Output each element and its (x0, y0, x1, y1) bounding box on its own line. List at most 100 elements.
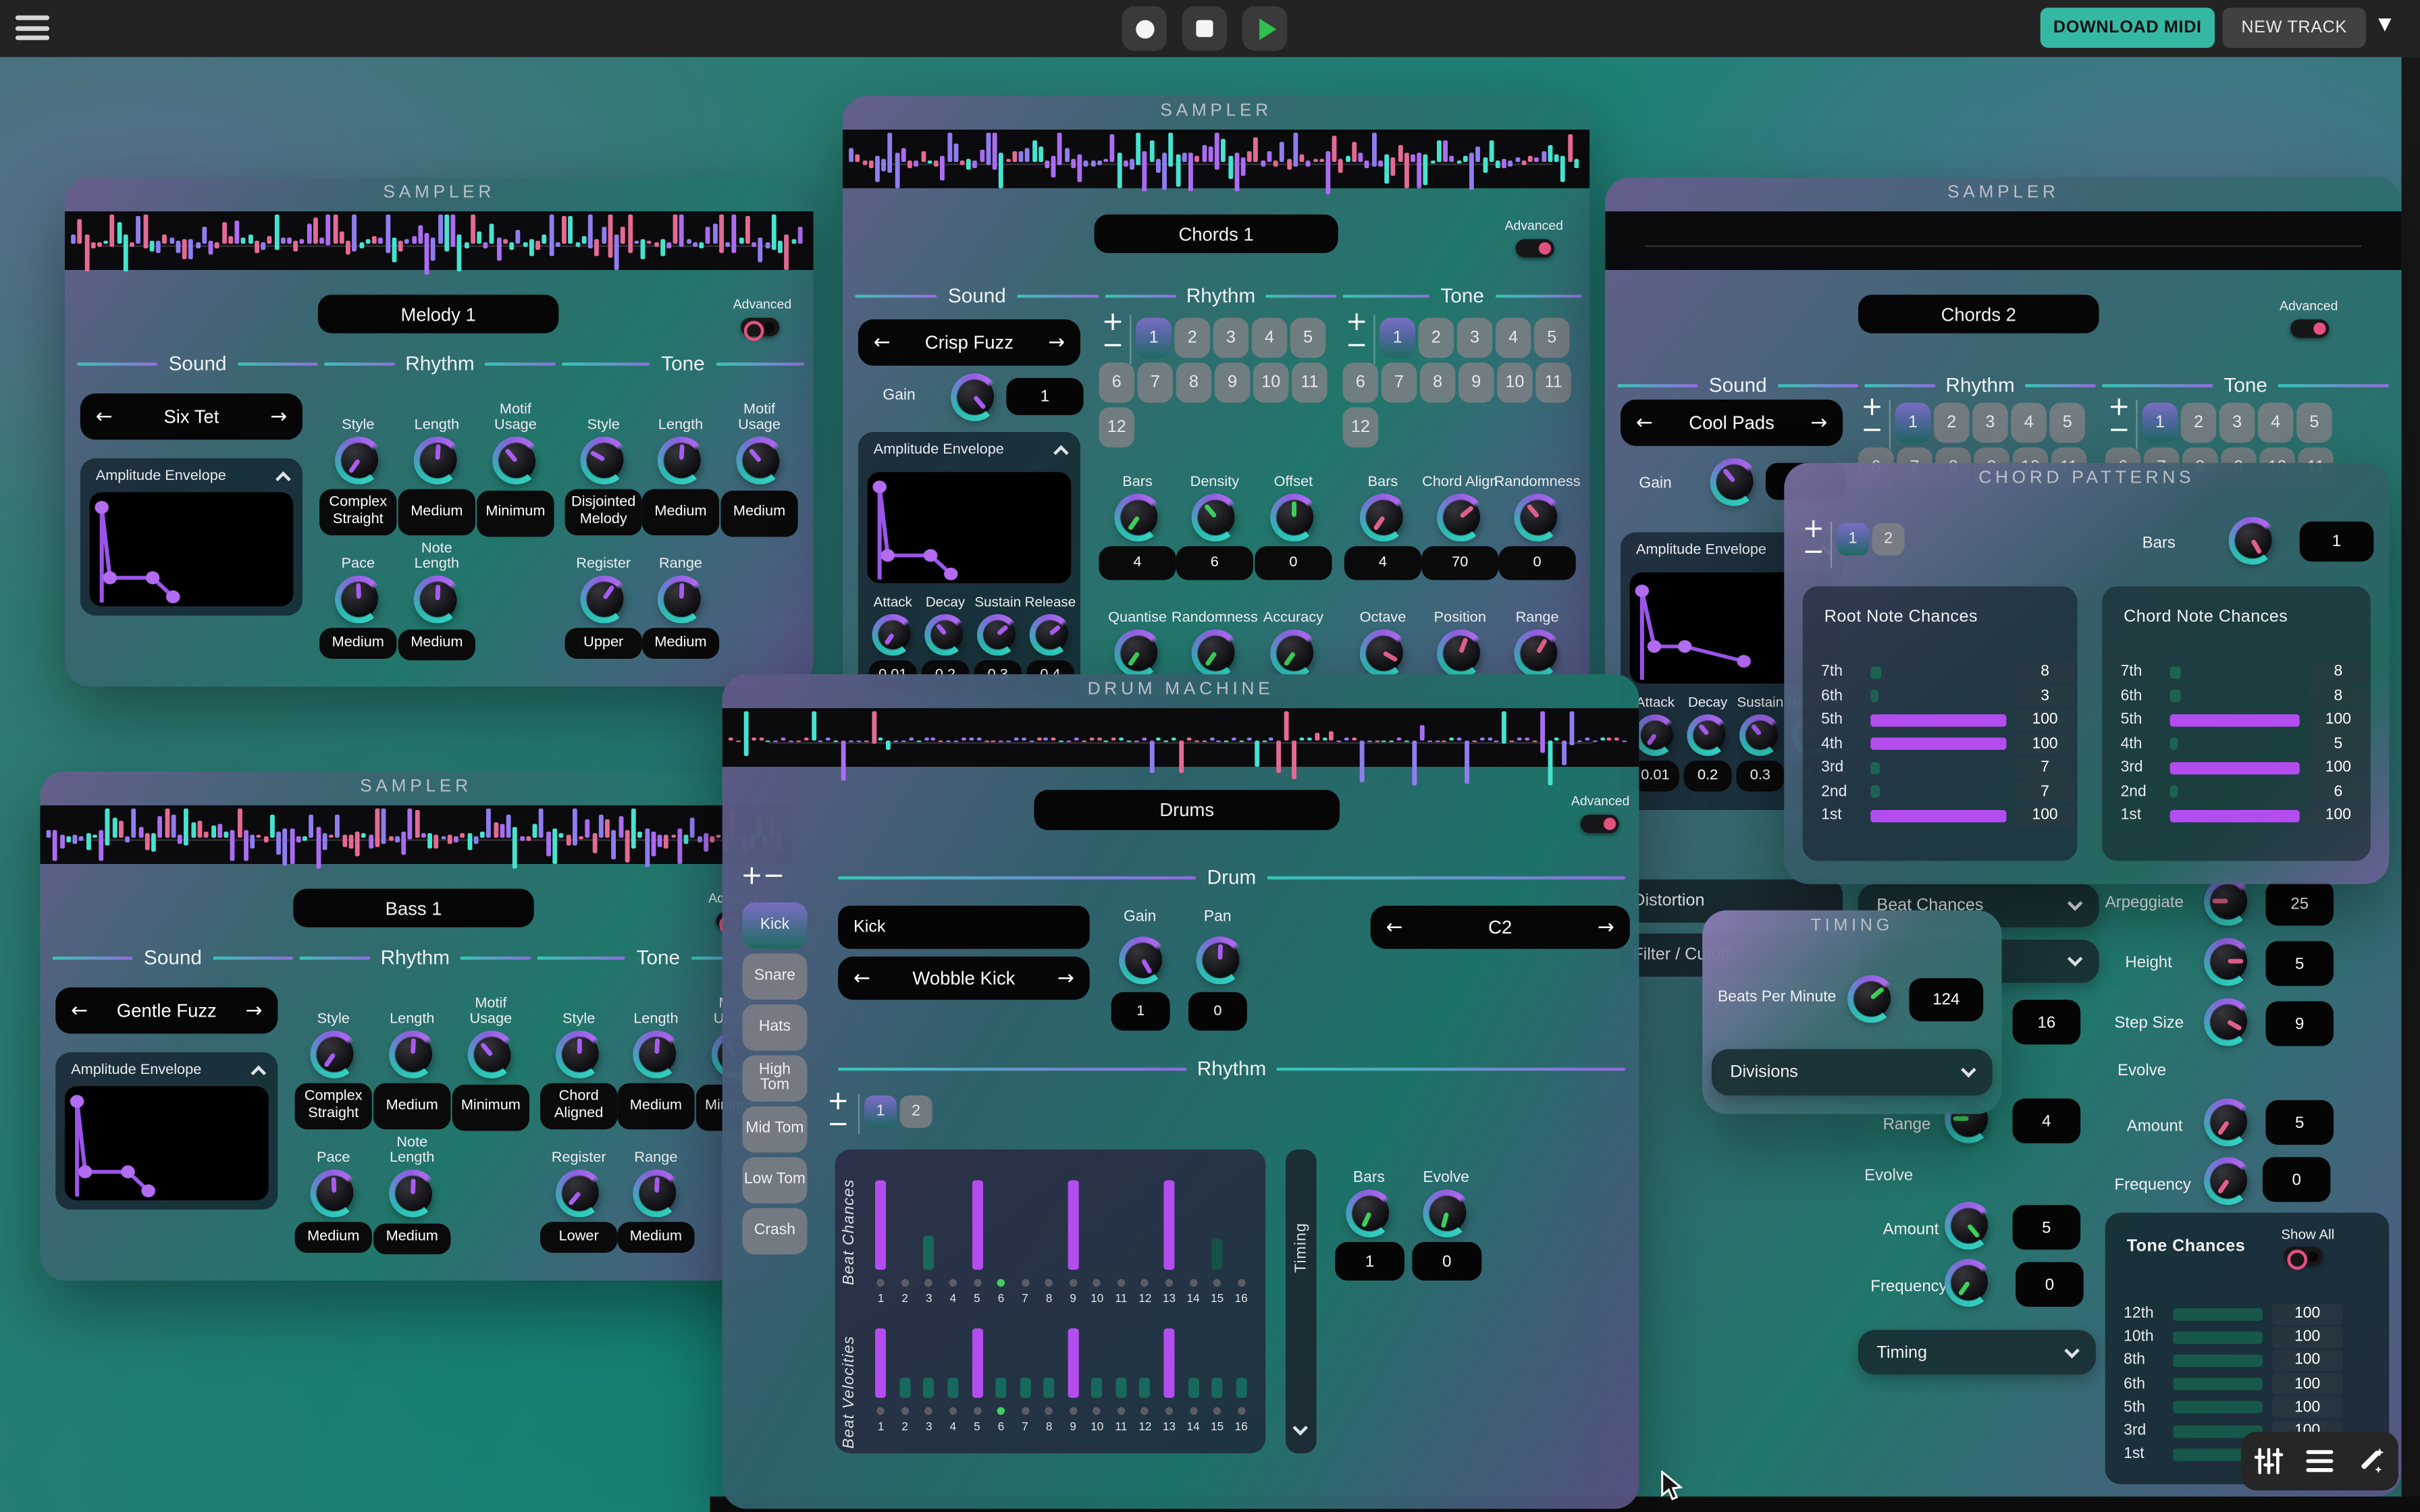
bars-knob[interactable] (1117, 497, 1157, 537)
style-knob[interactable] (313, 1033, 353, 1073)
step-dot[interactable] (877, 1407, 885, 1415)
note-length-value[interactable]: Medium (398, 629, 475, 660)
chance-bar-track[interactable] (2170, 809, 2300, 821)
pattern-chip-7[interactable]: 7 (1382, 362, 1417, 402)
arrow-right-icon[interactable] (246, 999, 263, 1022)
chance-bar-track[interactable] (2170, 714, 2300, 726)
beat-bar[interactable] (1236, 1377, 1246, 1398)
evolve-value[interactable]: 0 (1412, 1242, 1481, 1280)
range-value[interactable]: 4 (2013, 1098, 2081, 1143)
beat-bar[interactable] (972, 1181, 982, 1270)
length-knob[interactable] (660, 439, 700, 479)
step-dot[interactable] (1141, 1279, 1149, 1287)
beat-bar[interactable] (1115, 1377, 1126, 1398)
chance-value[interactable]: 8 (2309, 685, 2367, 707)
height-knob[interactable] (2207, 941, 2247, 981)
pattern-chip-8[interactable]: 8 (1176, 362, 1212, 402)
pattern-chip-3[interactable]: 3 (1213, 318, 1249, 358)
record-button[interactable] (1122, 6, 1167, 51)
range-value[interactable]: Medium (617, 1222, 694, 1253)
bars-knob[interactable] (1363, 497, 1402, 537)
add-pattern-button[interactable] (827, 1091, 849, 1137)
chance-bar-track[interactable] (2173, 1307, 2263, 1320)
note-length-knob[interactable] (417, 580, 456, 620)
beat-bar[interactable] (1212, 1239, 1223, 1270)
bars-value[interactable]: 1 (2300, 522, 2374, 562)
gain-knob[interactable] (1122, 940, 1162, 979)
arrow-right-icon[interactable] (1810, 411, 1827, 434)
step-dot[interactable] (997, 1279, 1005, 1287)
envelope-graph[interactable] (65, 1086, 269, 1200)
beat-velocities-dots[interactable] (869, 1407, 1253, 1415)
note-selector[interactable]: C2 (1371, 906, 1630, 949)
arpeggiate-value[interactable]: 25 (2265, 881, 2334, 925)
step-size-value[interactable]: 9 (2265, 1001, 2334, 1046)
motif-usage-knob[interactable] (739, 441, 779, 481)
drum-tab-kick[interactable]: Kick (742, 902, 807, 949)
pattern-chip-5[interactable]: 5 (2049, 403, 2085, 443)
chance-value[interactable]: 8 (2016, 662, 2074, 683)
pace-knob[interactable] (338, 578, 378, 618)
step-dot[interactable] (1045, 1407, 1053, 1415)
pattern-chip-6[interactable]: 6 (1343, 362, 1379, 402)
chance-value[interactable]: 5 (2309, 733, 2367, 755)
beat-bar[interactable] (899, 1377, 910, 1398)
decay-value[interactable]: 0.2 (1684, 761, 1732, 792)
step-dot[interactable] (1165, 1279, 1173, 1287)
step-dot[interactable] (1021, 1407, 1028, 1415)
length-value[interactable]: Medium (617, 1083, 694, 1130)
density-value[interactable]: 6 (1176, 546, 1253, 580)
chance-value[interactable]: 100 (2309, 757, 2367, 779)
motif-usage-knob[interactable] (496, 441, 535, 481)
beat-bar[interactable] (1068, 1181, 1078, 1270)
envelope-graph[interactable] (90, 492, 294, 606)
beat-chances-bars[interactable] (869, 1181, 1253, 1270)
play-button[interactable] (1242, 6, 1287, 51)
sustain-value[interactable]: 0.3 (1736, 761, 1784, 792)
chance-bar-track[interactable] (2170, 762, 2300, 774)
download-midi-button[interactable]: DOWNLOAD MIDI (2041, 7, 2215, 47)
bars-value[interactable]: 4 (1344, 546, 1421, 580)
pattern-chip-2[interactable]: 2 (1934, 403, 1970, 443)
evolve-knob[interactable] (1426, 1193, 1466, 1233)
pattern-chip-5[interactable]: 5 (1534, 318, 1570, 358)
chevron-down-icon[interactable] (2378, 14, 2391, 34)
chance-bar-track[interactable] (1870, 786, 2006, 798)
pattern-chip-11[interactable]: 11 (1535, 362, 1571, 402)
accuracy-knob[interactable] (1273, 632, 1313, 672)
arrow-left-icon[interactable] (1636, 411, 1653, 434)
drum-tab-hats[interactable]: Hats (742, 1004, 807, 1051)
arrow-left-icon[interactable] (71, 999, 88, 1022)
pattern-chip-9[interactable]: 9 (1215, 362, 1251, 402)
pattern-chip-4[interactable]: 4 (2011, 403, 2047, 443)
bars-value[interactable]: 4 (1099, 546, 1176, 580)
pattern-chip-4[interactable]: 4 (1252, 318, 1288, 358)
timing-dropdown[interactable]: Timing (1858, 1330, 2096, 1374)
sustain-knob[interactable] (981, 617, 1015, 651)
step-dot[interactable] (901, 1407, 909, 1415)
pace-knob[interactable] (313, 1172, 353, 1212)
attack-knob[interactable] (1638, 718, 1672, 751)
frequency-value[interactable]: 0 (2016, 1262, 2084, 1307)
chance-bar-track[interactable] (1870, 666, 2006, 678)
track-name-button[interactable]: Drums (1034, 790, 1340, 830)
gain-value[interactable]: 1 (1111, 992, 1170, 1031)
track-name-button[interactable]: Chords 2 (1858, 295, 2099, 333)
randomness-value[interactable]: 0 (1498, 546, 1575, 580)
chance-bar-track[interactable] (2170, 786, 2300, 798)
length-knob[interactable] (392, 1033, 432, 1073)
drum-tab-crash[interactable]: Crash (742, 1208, 807, 1255)
pattern-chip-2[interactable]: 2 (900, 1096, 932, 1128)
amount-knob[interactable] (2207, 1102, 2247, 1141)
pattern-chip-8[interactable]: 8 (1420, 362, 1456, 402)
sustain-knob[interactable] (1743, 718, 1777, 751)
arrow-right-icon[interactable] (270, 405, 287, 428)
density-knob[interactable] (1194, 497, 1234, 537)
magic-wand-icon[interactable] (2355, 1446, 2386, 1477)
pan-value[interactable]: 0 (1188, 992, 1247, 1031)
step-dot[interactable] (1238, 1407, 1245, 1415)
pattern-chip-5[interactable]: 5 (1290, 318, 1326, 358)
pattern-chip-1[interactable]: 1 (2142, 403, 2178, 443)
style-value[interactable]: Chord Aligned (540, 1083, 617, 1130)
motif-usage-value[interactable]: Minimum (477, 491, 554, 537)
